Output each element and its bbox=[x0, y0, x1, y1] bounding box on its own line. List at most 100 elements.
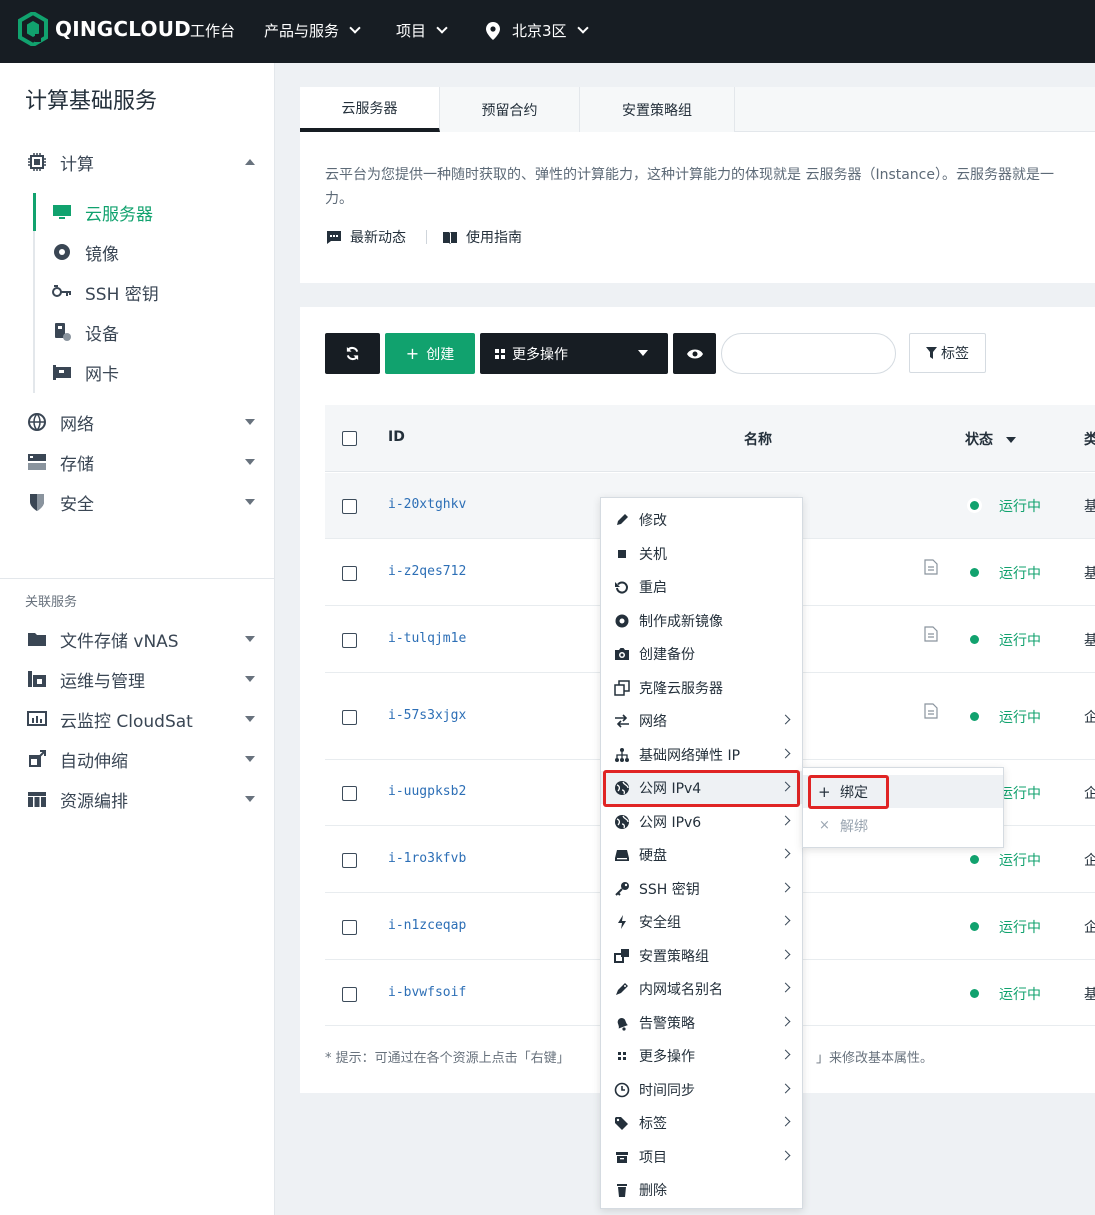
sidebar-related-ops[interactable]: 运维与管理 bbox=[0, 659, 275, 699]
latest-news-link[interactable]: 最新动态 bbox=[327, 227, 406, 247]
sidebar-related-cloudsat[interactable]: 云监控 CloudSat bbox=[0, 699, 275, 739]
search-input[interactable] bbox=[721, 333, 896, 374]
tag-filter-button[interactable]: 标签 bbox=[909, 333, 986, 373]
row-checkbox[interactable] bbox=[342, 987, 357, 1002]
sidebar-group-label: 存储 bbox=[60, 454, 94, 475]
sidebar-group-security[interactable]: 安全 bbox=[0, 482, 275, 522]
sidebar-related-orchestration[interactable]: 资源编排 bbox=[0, 779, 275, 819]
nav-workbench[interactable]: 工作台 bbox=[190, 20, 235, 41]
refresh-button[interactable] bbox=[325, 333, 380, 374]
menu-item-label: 制作成新镜像 bbox=[639, 613, 723, 630]
row-checkbox[interactable] bbox=[342, 566, 357, 581]
tab-placement-groups[interactable]: 安置策略组 bbox=[580, 87, 735, 132]
menu-item-tags[interactable]: 标签 bbox=[601, 1106, 802, 1139]
row-checkbox[interactable] bbox=[342, 499, 357, 514]
menu-item-eip[interactable]: 基础网络弹性 IP bbox=[601, 738, 802, 771]
row-checkbox[interactable] bbox=[342, 633, 357, 648]
tab-instances[interactable]: 云服务器 bbox=[300, 87, 440, 132]
select-all-checkbox[interactable] bbox=[342, 431, 357, 446]
row-checkbox[interactable] bbox=[342, 710, 357, 725]
create-button[interactable]: + 创建 bbox=[385, 333, 475, 374]
status-text: 运行中 bbox=[999, 786, 1041, 802]
sidebar-group-network[interactable]: 网络 bbox=[0, 402, 275, 442]
tag-filter-label: 标签 bbox=[941, 346, 969, 362]
sidebar-item-label: 镜像 bbox=[85, 244, 119, 265]
menu-item-security-group[interactable]: 安全组 bbox=[601, 905, 802, 938]
column-header-status[interactable]: 状态 bbox=[965, 429, 1016, 449]
instance-id-link[interactable]: i-20xtghkv bbox=[388, 497, 466, 512]
chevron-down-icon bbox=[349, 22, 361, 34]
filter-icon bbox=[926, 347, 937, 359]
menu-item-label: 克隆云服务器 bbox=[639, 680, 723, 697]
tab-reserved-contracts[interactable]: 预留合约 bbox=[440, 87, 580, 132]
sidebar-item-nic[interactable]: 网卡 bbox=[0, 352, 275, 392]
menu-item-modify[interactable]: 修改 bbox=[601, 503, 802, 536]
row-checkbox[interactable] bbox=[342, 786, 357, 801]
chevron-right-icon bbox=[780, 1150, 791, 1161]
more-actions-dropdown[interactable]: 更多操作 bbox=[480, 333, 668, 374]
nav-products[interactable]: 产品与服务 bbox=[264, 20, 361, 41]
sidebar-item-instances[interactable]: 云服务器 bbox=[0, 192, 275, 232]
row-checkbox[interactable] bbox=[342, 853, 357, 868]
disc-icon bbox=[54, 244, 70, 260]
column-header-status-label: 状态 bbox=[965, 432, 993, 448]
menu-item-label: 关机 bbox=[639, 546, 667, 563]
menu-item-network[interactable]: 网络 bbox=[601, 704, 802, 737]
document-icon[interactable] bbox=[924, 626, 938, 642]
menu-item-clone[interactable]: 克隆云服务器 bbox=[601, 671, 802, 704]
menu-item-placement-group[interactable]: 安置策略组 bbox=[601, 939, 802, 972]
instance-id-link[interactable]: i-tulqjm1e bbox=[388, 631, 466, 646]
menu-item-alarm-policy[interactable]: 告警策略 bbox=[601, 1006, 802, 1039]
chevron-right-icon bbox=[780, 748, 791, 759]
sidebar-item-images[interactable]: 镜像 bbox=[0, 232, 275, 272]
instance-id-link[interactable]: i-z2qes712 bbox=[388, 564, 466, 579]
disk-icon bbox=[615, 849, 629, 861]
ops-icon bbox=[28, 671, 46, 687]
menu-item-label: 标签 bbox=[639, 1115, 667, 1132]
menu-item-dns-alias[interactable]: 内网域名别名 bbox=[601, 972, 802, 1005]
sidebar-group-label: 网络 bbox=[60, 414, 94, 435]
column-visibility-button[interactable] bbox=[673, 333, 716, 374]
sidebar-item-devices[interactable]: 设备 bbox=[0, 312, 275, 352]
chevron-down-icon bbox=[245, 756, 255, 762]
menu-item-create-image[interactable]: 制作成新镜像 bbox=[601, 604, 802, 637]
menu-item-disk[interactable]: 硬盘 bbox=[601, 838, 802, 871]
document-icon[interactable] bbox=[924, 559, 938, 575]
monitor-chart-icon bbox=[27, 711, 47, 726]
menu-item-label: SSH 密钥 bbox=[639, 881, 700, 898]
book-icon bbox=[443, 231, 457, 244]
nav-region[interactable]: 北京3区 bbox=[486, 20, 589, 41]
submenu-item-unbind[interactable]: × 解绑 bbox=[803, 809, 1003, 842]
instance-id-link[interactable]: i-57s3xjgx bbox=[388, 708, 466, 723]
menu-item-restart[interactable]: 重启 bbox=[601, 570, 802, 603]
menu-item-public-ipv6[interactable]: 公网 IPv6 bbox=[601, 805, 802, 838]
brand-logo[interactable]: QINGCLOUD bbox=[18, 12, 191, 46]
sidebar-related-autoscaling[interactable]: 自动伸缩 bbox=[0, 739, 275, 779]
menu-item-more-actions[interactable]: 更多操作 bbox=[601, 1039, 802, 1072]
instance-id-link[interactable]: i-uugpksb2 bbox=[388, 784, 466, 799]
nav-projects[interactable]: 项目 bbox=[396, 20, 448, 41]
menu-item-shutdown[interactable]: 关机 bbox=[601, 537, 802, 570]
instance-id-link[interactable]: i-1ro3kfvb bbox=[388, 851, 466, 866]
menu-item-ssh-key[interactable]: SSH 密钥 bbox=[601, 872, 802, 905]
status-dot bbox=[970, 989, 979, 998]
column-header-id[interactable]: ID bbox=[388, 429, 405, 445]
sidebar-group-compute[interactable]: 计算 bbox=[0, 142, 275, 182]
sidebar-item-label: 网卡 bbox=[85, 364, 119, 385]
menu-item-delete[interactable]: 删除 bbox=[601, 1173, 802, 1206]
menu-item-time-sync[interactable]: 时间同步 bbox=[601, 1073, 802, 1106]
sidebar-related-label: 文件存储 vNAS bbox=[60, 631, 179, 652]
instance-id-link[interactable]: i-n1zceqap bbox=[388, 918, 466, 933]
column-header-name[interactable]: 名称 bbox=[744, 429, 772, 449]
chip-icon bbox=[28, 153, 46, 171]
sidebar-group-storage[interactable]: 存储 bbox=[0, 442, 275, 482]
row-checkbox[interactable] bbox=[342, 920, 357, 935]
instance-id-link[interactable]: i-bvwfsoif bbox=[388, 985, 466, 1000]
sidebar-related-vnas[interactable]: 文件存储 vNAS bbox=[0, 619, 275, 659]
document-icon[interactable] bbox=[924, 703, 938, 719]
menu-item-create-backup[interactable]: 创建备份 bbox=[601, 637, 802, 670]
menu-item-project[interactable]: 项目 bbox=[601, 1140, 802, 1173]
sidebar-item-ssh-keys[interactable]: SSH 密钥 bbox=[0, 272, 275, 312]
user-guide-link[interactable]: 使用指南 bbox=[443, 227, 522, 247]
archive-icon bbox=[616, 1151, 628, 1163]
